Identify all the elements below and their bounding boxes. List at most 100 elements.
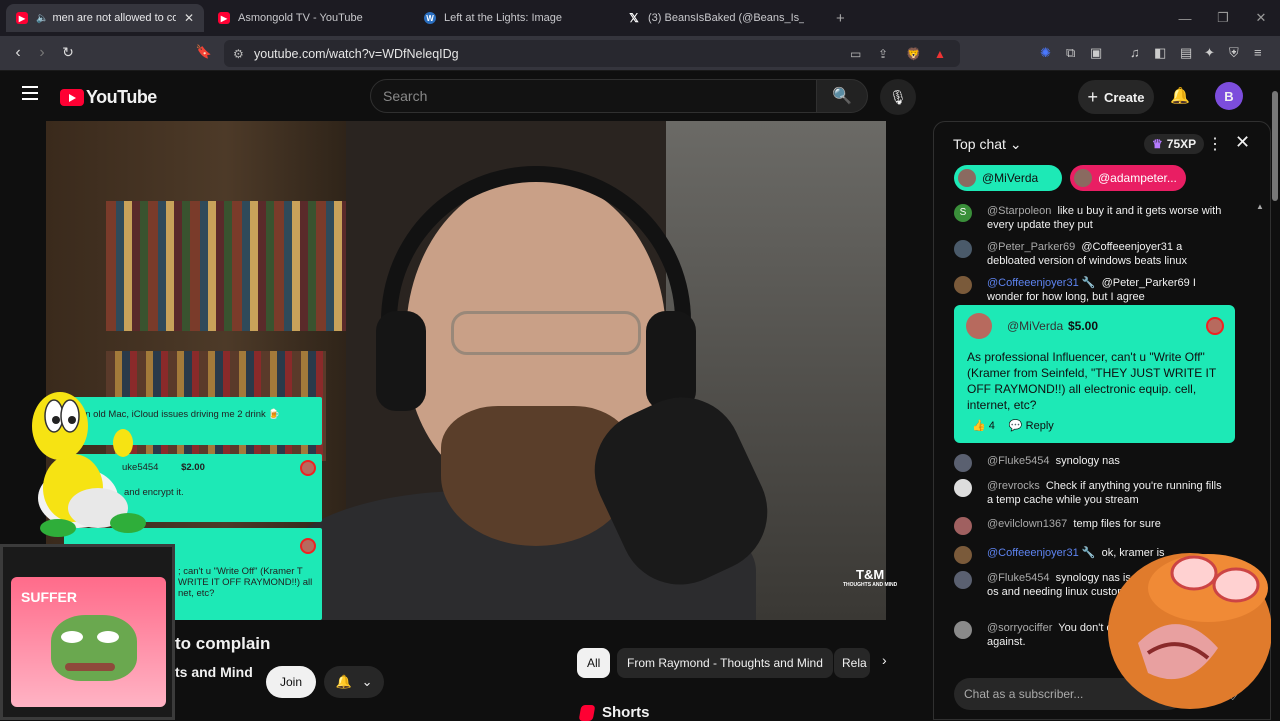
pinned-supporter[interactable]: @adampeter... (1070, 165, 1186, 191)
x-icon: 𝕏 (629, 11, 639, 25)
overlay-amount: $2.00 (181, 462, 205, 473)
channel-watermark: T&M THOUGHTS AND MIND (843, 568, 898, 591)
user-avatar (954, 621, 972, 639)
youtube-logo[interactable]: YouTube (60, 87, 157, 108)
message-author[interactable]: @Coffeeenjoyer31 🔧 (987, 277, 1095, 289)
browser-tab-2[interactable]: ▶ Asmongold TV - YouTube (208, 4, 408, 32)
headphone-cup (376, 311, 426, 411)
vpn-icon[interactable]: ⛨ (1229, 45, 1239, 61)
screen-icon[interactable]: ▭ (850, 47, 861, 61)
reply-button[interactable]: 💬 Reply (1009, 419, 1054, 432)
page-scrollbar[interactable] (1271, 71, 1280, 720)
site-settings-icon[interactable]: ⚙ (233, 47, 244, 61)
message-author[interactable]: @sorryociffer (987, 622, 1052, 634)
thumbs-up-icon: 👍 (972, 420, 986, 432)
search-input[interactable]: Search (370, 79, 817, 113)
user-avatar (954, 276, 972, 294)
chat-mode-label: Top chat (953, 136, 1006, 152)
user-avatar (954, 571, 972, 589)
chevron-right-icon[interactable]: › (882, 652, 887, 668)
search-button[interactable]: 🔍 (816, 79, 868, 113)
notifications-icon[interactable]: 🔔 (1170, 86, 1190, 106)
voice-search-button[interactable]: 🎙 (880, 79, 916, 115)
overlay-text: and encrypt it. (124, 487, 184, 498)
message-author[interactable]: @Coffeeenjoyer31 🔧 (987, 547, 1095, 559)
join-button[interactable]: Join (266, 666, 316, 698)
xp-badge[interactable]: ♛ 75XP (1144, 134, 1205, 154)
message-author[interactable]: @Fluke5454 (987, 455, 1050, 467)
account-avatar[interactable]: B (1215, 82, 1243, 110)
back-icon[interactable]: ‹ (8, 44, 28, 62)
chat-mode-dropdown[interactable]: Top chat ⌄ (953, 136, 1022, 153)
puzzle-icon[interactable]: ⧉ (1066, 45, 1075, 61)
headphones (381, 166, 691, 396)
overlay-text: ; can't u "Write Off" (Kramer T WRITE IT… (178, 566, 313, 599)
channel-name[interactable]: ts and Mind (175, 664, 253, 680)
crying-potato-sticker (1108, 553, 1272, 709)
share-icon[interactable]: ⇪ (878, 47, 888, 61)
scroll-thumb[interactable] (1272, 91, 1278, 201)
bell-icon: 🔔 (335, 674, 352, 689)
tab-title: men are not allowed to comp (52, 12, 176, 24)
message-author[interactable]: @Fluke5454 (987, 572, 1050, 584)
speaker-icon[interactable]: 🔈 (36, 13, 48, 24)
search-placeholder: Search (383, 88, 428, 104)
hamburger-menu-icon[interactable] (22, 86, 38, 100)
superchat-text: As professional Influencer, can't u "Wri… (967, 350, 1216, 412)
sidebar-icon[interactable]: ◧ (1154, 45, 1166, 61)
watermark-subtext: THOUGHTS AND MIND (843, 582, 898, 588)
minimize-icon[interactable]: — (1166, 11, 1204, 26)
tab-title: Left at the Lights: Image (444, 12, 563, 24)
youtube-icon: ▶ (218, 12, 230, 24)
chat-message: @revrocks Check if anything you're runni… (954, 479, 1224, 507)
avatar-letter: B (1224, 88, 1234, 104)
message-author[interactable]: @evilclown1367 (987, 518, 1067, 530)
reply-label: Reply (1025, 420, 1054, 432)
reload-icon[interactable]: ↻ (58, 44, 78, 61)
user-avatar (966, 313, 992, 339)
close-tab-icon[interactable]: ✕ (176, 11, 194, 25)
more-options-icon[interactable]: ⋮ (1207, 134, 1223, 154)
bookmark-icon[interactable]: 🔖 (194, 44, 214, 60)
brave-rewards-icon[interactable]: ▲ (934, 47, 946, 61)
window-close-icon[interactable]: ✕ (1242, 10, 1280, 26)
maximize-icon[interactable]: ❐ (1204, 10, 1242, 26)
menu-icon[interactable]: ≡ (1254, 45, 1262, 60)
video-title: to complain (175, 634, 271, 653)
new-tab-button[interactable]: + (826, 4, 855, 32)
browser-tab-1[interactable]: ▶ 🔈 men are not allowed to comp ✕ (6, 4, 204, 32)
supporter-avatar (958, 169, 976, 187)
url-field[interactable]: ⚙ youtube.com/watch?v=WDfNeleqIDg ▭ ⇪ 🦁 … (224, 40, 960, 67)
chip-all[interactable]: All (577, 648, 611, 678)
pinned-supporter[interactable]: @MiVerda (954, 165, 1062, 191)
chip-label: Rela (842, 656, 867, 670)
wallet-icon[interactable]: ▤ (1180, 45, 1192, 61)
close-icon[interactable]: ✕ (1235, 132, 1250, 153)
join-label: Join (279, 675, 302, 689)
tab-search-icon[interactable]: ▣ (1090, 45, 1102, 61)
supporter-name: @MiVerda (982, 171, 1039, 185)
notification-toggle[interactable]: 🔔 ⌄ (324, 666, 384, 698)
music-icon[interactable]: ♫ (1130, 45, 1140, 60)
chip-related[interactable]: Rela (834, 648, 870, 678)
supporter-name: @adampeter... (1098, 171, 1177, 185)
extension-icon[interactable]: ✺ (1040, 45, 1051, 61)
chat-message: @Coffeeenjoyer31 🔧 @Peter_Parker69 I won… (954, 276, 1224, 304)
like-button[interactable]: 👍 4 (972, 419, 995, 432)
message-author[interactable]: @revrocks (987, 480, 1040, 492)
create-button[interactable]: + Create (1078, 80, 1154, 114)
message-author[interactable]: @Peter_Parker69 (987, 241, 1075, 253)
headphone-cup (646, 311, 696, 411)
forward-icon[interactable]: › (32, 44, 52, 62)
leo-icon[interactable]: ✦ (1204, 45, 1215, 61)
koopa-sticker (32, 392, 146, 537)
superchat-author[interactable]: @MiVerda (1007, 319, 1063, 333)
chip-from-channel[interactable]: From Raymond - Thoughts and Mind (617, 648, 833, 678)
scroll-up-icon[interactable]: ▲ (1256, 202, 1264, 211)
browser-tab-4[interactable]: 𝕏 (3) BeansIsBaked (@Beans_Is_Baked) (618, 4, 814, 32)
chat-message: @Fluke5454 synology nas (954, 454, 1224, 472)
brave-shields-icon[interactable]: 🦁 (906, 47, 921, 61)
chevron-down-icon: ⌄ (361, 674, 373, 689)
message-author[interactable]: @Starpoleon (987, 205, 1051, 217)
browser-tab-3[interactable]: W Left at the Lights: Image (414, 4, 614, 32)
